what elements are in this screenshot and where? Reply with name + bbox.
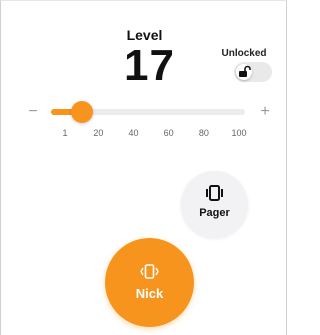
level-panel: Level 17 Unlocked − + 1 20 40 60 80 100 Pager… [0,0,287,335]
slider-thumb[interactable] [71,101,94,123]
slider-tick-label: 80 [198,128,209,138]
increase-level-button[interactable]: + [257,104,273,120]
slider-tick-label: 1 [62,128,68,138]
slider-tick-label: 40 [128,128,139,138]
pager-label: Pager [199,207,230,219]
pager-button[interactable]: Pager [181,171,248,238]
slider-tick-label: 100 [231,128,247,138]
toggle-knob[interactable] [236,64,252,80]
nick-label: Nick [135,286,164,301]
slider-tick-label: 60 [163,128,174,138]
lock-toggle[interactable] [234,62,272,82]
nick-button[interactable]: Nick [105,238,194,327]
padlock-open-icon [239,65,251,77]
level-slider[interactable] [51,101,245,123]
slider-tick-labels: 1 20 40 60 80 100 [1,128,286,142]
vibrate-icon [206,185,223,201]
vibrate-icon [140,264,159,279]
slider-tick-label: 20 [93,128,104,138]
decrease-level-button[interactable]: − [25,104,41,120]
lock-state-label: Unlocked [221,48,267,59]
